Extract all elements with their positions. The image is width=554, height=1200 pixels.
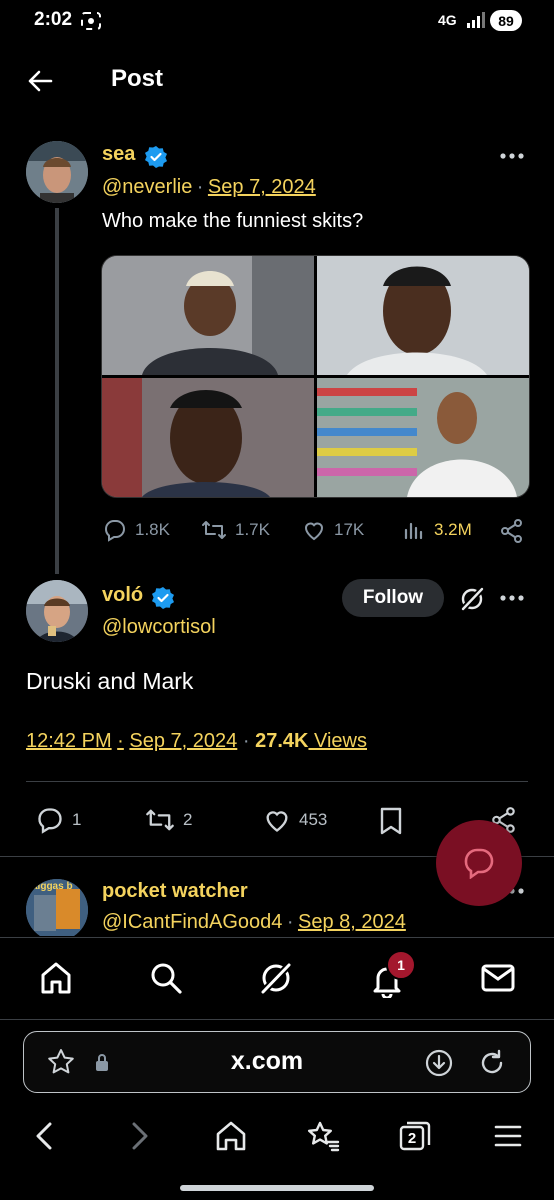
screenshot-icon xyxy=(80,11,102,31)
notification-badge: 1 xyxy=(386,950,416,980)
reply-fab-button[interactable] xyxy=(436,820,522,906)
repost-count: 2 xyxy=(183,810,193,829)
tab-count: 2 xyxy=(407,1130,417,1147)
bookmarks-icon[interactable] xyxy=(306,1120,340,1152)
author-name[interactable]: voló xyxy=(102,584,143,607)
like-count: 17K xyxy=(334,520,365,539)
grok-icon[interactable] xyxy=(458,585,486,613)
home-indicator xyxy=(180,1185,374,1191)
browser-forward-icon[interactable] xyxy=(128,1120,152,1152)
reply-count: 1 xyxy=(72,810,82,829)
network-label: 4G xyxy=(438,12,457,28)
browser-back-icon[interactable] xyxy=(32,1120,56,1152)
tabs-button[interactable]: 2 xyxy=(398,1120,432,1152)
search-icon[interactable] xyxy=(148,960,184,996)
repost-stat[interactable]: 1.7K xyxy=(201,518,270,542)
author-meta: @ICantFindAGood4 · Sep 8, 2024 xyxy=(102,911,406,934)
browser-home-icon[interactable] xyxy=(214,1120,248,1152)
meta-separator: · xyxy=(242,730,250,752)
post-text: Who make the funniest skits? xyxy=(102,210,364,232)
author-handle[interactable]: @lowcortisol xyxy=(102,616,216,639)
menu-icon[interactable] xyxy=(494,1122,522,1150)
author-meta: @neverlie · Sep 7, 2024 xyxy=(102,176,316,199)
thread-line xyxy=(55,208,59,574)
author-name[interactable]: sea xyxy=(102,143,135,166)
more-options-icon[interactable] xyxy=(498,588,526,608)
like-count: 453 xyxy=(299,810,328,829)
download-icon[interactable] xyxy=(424,1048,454,1078)
media-photo-3[interactable] xyxy=(102,378,314,497)
signal-icon xyxy=(466,12,486,28)
more-options-icon[interactable] xyxy=(498,146,526,166)
reload-icon[interactable] xyxy=(477,1048,507,1078)
author-name[interactable]: pocket watcher xyxy=(102,880,248,903)
verified-icon xyxy=(151,586,175,610)
back-arrow-icon[interactable] xyxy=(26,67,54,95)
media-grid[interactable] xyxy=(101,255,530,498)
media-photo-2[interactable] xyxy=(317,256,529,375)
media-photo-4[interactable] xyxy=(317,378,529,497)
avatar[interactable]: aiggas b xyxy=(26,879,88,936)
media-photo-1[interactable] xyxy=(102,256,314,375)
repost-count: 1.7K xyxy=(235,520,270,539)
avatar-text: aiggas b xyxy=(32,881,73,892)
page-title: Post xyxy=(111,65,164,92)
heart-icon xyxy=(304,522,324,541)
post-text: Druski and Mark xyxy=(26,668,194,694)
divider xyxy=(0,937,554,938)
meta-separator: · xyxy=(196,176,204,198)
like-stat[interactable]: 17K xyxy=(302,518,364,542)
like-stat[interactable]: 453 xyxy=(263,806,327,834)
verified-icon xyxy=(144,145,168,169)
author-handle[interactable]: @neverlie xyxy=(102,176,192,198)
reply-stat[interactable]: 1 xyxy=(36,806,81,834)
post-time[interactable]: 12:42 PM xyxy=(26,730,112,752)
share-icon[interactable] xyxy=(499,518,525,544)
follow-button[interactable]: Follow xyxy=(342,579,444,617)
reply-stat[interactable]: 1.8K xyxy=(103,518,170,542)
home-icon[interactable] xyxy=(38,960,74,996)
status-time: 2:02 xyxy=(34,9,73,30)
post-date[interactable]: Sep 7, 2024 xyxy=(208,176,316,198)
views-label[interactable]: Views xyxy=(308,730,367,752)
messages-icon[interactable] xyxy=(480,962,516,994)
reply-icon xyxy=(105,520,125,542)
heart-icon xyxy=(266,811,288,832)
post-date[interactable]: Sep 8, 2024 xyxy=(298,911,406,933)
views-stat[interactable]: 3.2M xyxy=(402,518,472,542)
divider xyxy=(26,781,528,782)
divider xyxy=(0,1019,554,1020)
grok-icon[interactable] xyxy=(258,960,294,996)
meta-separator: · xyxy=(286,911,294,933)
author-handle[interactable]: @ICantFindAGood4 xyxy=(102,911,282,933)
battery-indicator: 89 xyxy=(490,10,522,31)
views-count: 3.2M xyxy=(434,520,472,539)
post-date[interactable]: Sep 7, 2024 xyxy=(129,730,237,752)
bookmark-icon[interactable] xyxy=(378,806,404,836)
address-bar[interactable]: x.com xyxy=(23,1031,531,1093)
reply-icon xyxy=(38,808,62,834)
reply-count: 1.8K xyxy=(135,520,170,539)
meta-separator: · xyxy=(117,730,124,752)
avatar[interactable] xyxy=(26,141,88,203)
repost-stat[interactable]: 2 xyxy=(145,806,192,834)
avatar[interactable] xyxy=(26,580,88,642)
views-count: 27.4K xyxy=(255,730,309,752)
post-meta: 12:42 PM · Sep 7, 2024 · 27.4K Views xyxy=(26,730,367,753)
compose-reply-icon xyxy=(464,848,494,879)
repost-icon xyxy=(202,521,226,539)
analytics-icon xyxy=(404,522,423,540)
repost-icon xyxy=(146,809,174,831)
